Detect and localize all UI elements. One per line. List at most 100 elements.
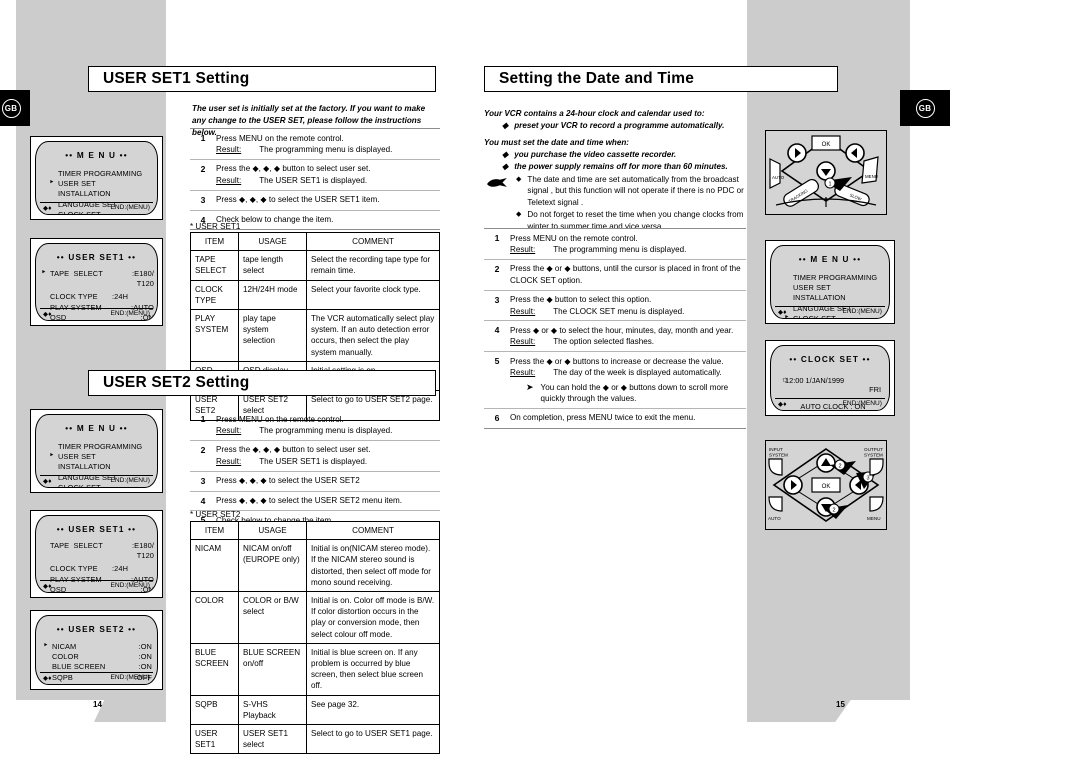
step-text: Press MENU on the remote control. xyxy=(216,133,344,143)
osd-screen-menu-2: •• M E N U •• TIMER PROGRAMMING ‣ USER SE… xyxy=(30,409,163,493)
step-text: Press the ◆ or ◆ buttons to increase or … xyxy=(510,356,724,366)
step-body: Press the ◆, ◆, ◆ button to select user … xyxy=(216,163,440,186)
osd-setting-row: CLOCK TYPE:24H xyxy=(50,292,154,302)
step-text: Press MENU on the remote control. xyxy=(510,233,638,243)
step-item: 4 Press ◆ or ◆ to select the hour, minut… xyxy=(484,321,746,353)
section-header-user-set2: USER SET2 Setting xyxy=(88,370,436,396)
step-body: Press ◆, ◆, ◆ to select the USER SET2 xyxy=(216,475,440,487)
remote-bottom-diagram: OK 2 3 2 INPUT SYSTEM OUTPUT SYSTEM AUTO… xyxy=(768,447,884,522)
step-item: 2 Press the ◆, ◆, ◆ button to select use… xyxy=(190,160,440,191)
osd-setting-row: USER SET1 xyxy=(52,683,157,684)
step-result-text: The programming menu is displayed. xyxy=(259,425,393,435)
osd-title: •• M E N U •• xyxy=(798,255,862,264)
table-header-cell: ITEM xyxy=(190,231,239,252)
step-body: Press the ◆, ◆, ◆ button to select user … xyxy=(216,444,440,467)
step-text: Check below to change the item. xyxy=(216,215,334,225)
language-tab-left: GB xyxy=(0,90,30,126)
osd-item-label: INSTALLATION xyxy=(793,293,846,303)
osd-footer: ◆♦ END:(MENU) xyxy=(775,306,885,316)
callout-1-label: 1 xyxy=(828,182,831,188)
table-header-row: ITEM USAGE COMMENT xyxy=(190,231,440,252)
step-body: Press ◆, ◆, ◆ to select the USER SET2 me… xyxy=(216,495,440,507)
table-cell-item: NICAM xyxy=(190,539,239,593)
osd-footer-left: ◆♦ xyxy=(43,675,52,682)
osd-menu-item: ‣ USER SET xyxy=(49,450,157,462)
step-result-label: Result: xyxy=(510,368,536,378)
remote-figure-bottom: OK 2 3 2 INPUT SYSTEM OUTPUT SYSTEM AUTO… xyxy=(765,440,887,530)
language-tab-right-label: GB xyxy=(915,98,935,118)
language-tab-left-label: GB xyxy=(1,98,21,118)
step-number: 2 xyxy=(200,163,206,174)
diamond-bullet-icon: ◆ xyxy=(502,121,509,130)
table-cell-usage: S-VHS Playback xyxy=(238,694,307,726)
language-tab-right: GB xyxy=(900,90,950,126)
step-number: 6 xyxy=(494,412,500,423)
osd-item-label: INSTALLATION xyxy=(58,189,111,199)
osd-setting-value: :E180/ xyxy=(132,269,154,278)
step-result-label: Result: xyxy=(510,306,536,316)
table-header-cell: COMMENT xyxy=(306,520,440,541)
osd-footer-right: END:(MENU) xyxy=(110,582,150,589)
step-result-text: The programming menu is displayed. xyxy=(553,244,687,254)
table-cell-item: PLAY SYSTEM xyxy=(190,309,239,362)
osd-setting-value: T120 xyxy=(136,279,154,289)
table-row: SQPB S-VHS Playback See page 32. xyxy=(190,694,440,726)
osd-menu-item: TIMER PROGRAMMING xyxy=(58,169,157,179)
step-item: 3 Press ◆, ◆, ◆ to select the USER SET1 … xyxy=(190,191,440,211)
step-item: 5 Press the ◆ or ◆ buttons to increase o… xyxy=(484,352,746,409)
table-cell-usage: BLUE SCREEN on/off xyxy=(238,642,307,696)
step-body: On completion, press MENU twice to exit … xyxy=(510,412,746,424)
osd-item-label: INSTALLATION xyxy=(58,462,111,472)
output-system-label: OUTPUT xyxy=(864,447,883,452)
date-time-steps: 1 Press MENU on the remote control. Resu… xyxy=(484,228,746,429)
step-number: 4 xyxy=(200,495,206,506)
table-header-cell: USAGE xyxy=(238,231,307,252)
step-number: 5 xyxy=(494,356,500,367)
table-cell-item: BLUE SCREEN xyxy=(190,642,239,696)
table-header-cell: COMMENT xyxy=(306,231,440,252)
osd-setting-key: TAPE SELECT xyxy=(50,269,103,278)
step-text: Press ◆, ◆, ◆ to select the USER SET2 xyxy=(216,476,360,486)
osd-item-label: TIMER PROGRAMMING xyxy=(58,442,143,451)
page-number-right: 15 xyxy=(836,700,845,709)
diamond-bullet-icon: ◆ xyxy=(502,162,509,171)
intro-bullet-1: ◆ preset your VCR to record a programme a… xyxy=(502,120,752,132)
osd-footer-right: END:(MENU) xyxy=(110,310,150,317)
step-number: 4 xyxy=(494,325,500,336)
intro-bullet-text: preset your VCR to record a programme au… xyxy=(514,121,725,130)
step-number: 3 xyxy=(494,294,500,305)
user-set2-table-caption: * USER SET2 xyxy=(190,510,241,519)
step-number: 3 xyxy=(200,475,206,486)
step-body: Press MENU on the remote control. Result… xyxy=(216,414,440,437)
osd-menu-item: INSTALLATION xyxy=(58,189,157,199)
osd-setting-value: :24H xyxy=(112,292,129,302)
step-result-text: The CLOCK SET menu is displayed. xyxy=(553,306,685,316)
auto-label: AUTO xyxy=(772,175,785,180)
step-result-label: Result: xyxy=(216,425,242,435)
clock-weekday-value: FRI xyxy=(869,385,881,394)
osd-menu-item: INSTALLATION xyxy=(58,462,157,472)
osd-screen-user-set1-b: •• USER SET1 •• TAPE SELECT:E180/ T120 C… xyxy=(30,510,163,598)
osd-item-label: USER SET xyxy=(793,283,831,293)
table-header-cell: USAGE xyxy=(238,520,307,541)
osd-item-label: TIMER PROGRAMMING xyxy=(793,273,878,282)
osd-setting-value: :ON xyxy=(138,642,152,651)
section-header-user-set1: USER SET1 Setting xyxy=(88,66,436,92)
note-bullet: ◆ The date and time are set automatically… xyxy=(516,174,744,208)
osd-footer-right: END:(MENU) xyxy=(842,308,882,315)
osd-item-label: USER SET xyxy=(58,179,96,189)
intro-bullet-3: ◆ the power supply remains off for more t… xyxy=(502,161,752,173)
step-text: Press ◆, ◆, ◆ to select the USER SET2 me… xyxy=(216,496,403,506)
osd-footer: ◆♦ END:(MENU) xyxy=(40,308,153,318)
step-number: 1 xyxy=(494,233,500,243)
osd-setting-value: T120 xyxy=(136,551,154,561)
osd-setting-key: COLOR xyxy=(52,652,79,662)
step-body: Press the ◆ or ◆ buttons to increase or … xyxy=(510,356,746,405)
step-item: 3 Press the ◆ button to select this opti… xyxy=(484,291,746,322)
clock-time-value: 12:00 1/JAN/1999 xyxy=(785,376,845,385)
osd-footer-right: END:(MENU) xyxy=(110,204,150,211)
osd-screen-menu-1: •• M E N U •• TIMER PROGRAMMING ‣ USER SE… xyxy=(30,136,163,220)
step-item: 1 Press MENU on the remote control. Resu… xyxy=(484,229,746,260)
step-result-label: Result: xyxy=(216,175,242,185)
table-cell-comment: Select to go to USER SET1 page. xyxy=(306,724,440,755)
